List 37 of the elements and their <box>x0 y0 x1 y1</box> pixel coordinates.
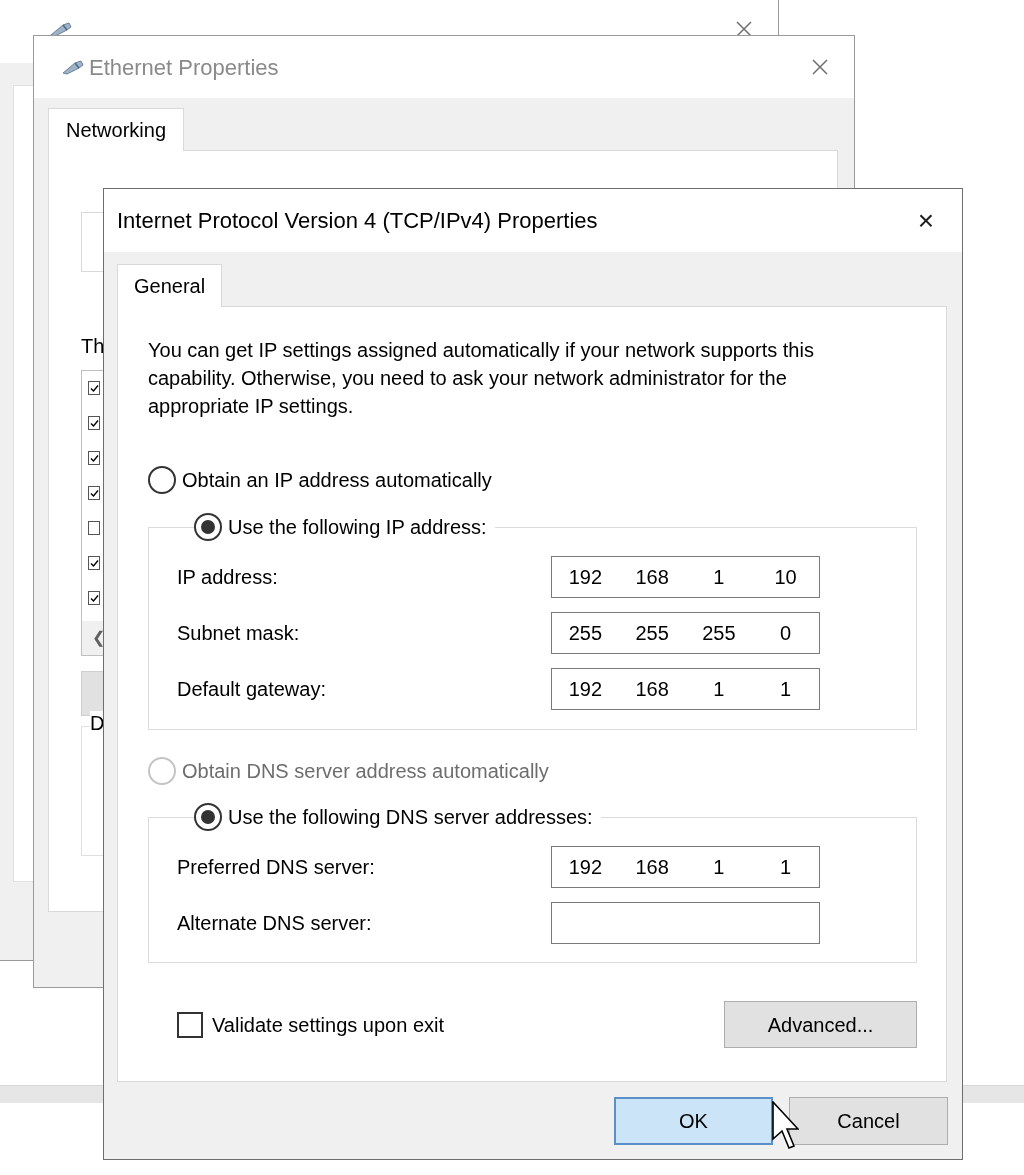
network-cable-icon <box>61 59 85 75</box>
window-title: Ethernet Properties <box>89 53 279 82</box>
window-title: Internet Protocol Version 4 (TCP/IPv4) Properties <box>117 207 598 235</box>
list-label: Th <box>81 334 105 358</box>
ip-address-field[interactable]: 255 255 255 0 <box>551 612 820 654</box>
ip-address-field[interactable]: 192 168 1 1 <box>551 668 820 710</box>
field-label: Preferred DNS server: <box>177 855 376 880</box>
checkbox-label: Validate settings upon exit <box>212 1012 444 1038</box>
checkbox[interactable] <box>88 451 100 465</box>
checkbox[interactable] <box>88 591 100 605</box>
checkbox[interactable] <box>88 556 100 570</box>
checkbox[interactable] <box>88 416 100 430</box>
tab[interactable]: Networking <box>48 108 185 151</box>
advanced-button[interactable]: Advanced... <box>724 1001 917 1048</box>
checkbox[interactable] <box>88 521 100 535</box>
dialog-button[interactable]: Cancel <box>789 1097 948 1145</box>
field-label: IP address: <box>177 565 279 590</box>
network-cable-icon <box>49 21 73 37</box>
intro-text: You can get IP settings assigned automatically if your network supports this capability. Otherwise, you need to ask your network administrator for the appropriate IP settings. <box>148 338 815 419</box>
close-icon[interactable] <box>736 21 752 37</box>
checkbox[interactable] <box>88 381 100 395</box>
mouse-cursor-icon <box>772 1101 799 1151</box>
field-label: Subnet mask: <box>177 621 301 646</box>
ip-address-field[interactable] <box>551 902 820 944</box>
close-icon[interactable] <box>812 59 828 75</box>
radio-button[interactable]: Use the following DNS server addresses: <box>194 803 593 831</box>
close-button[interactable]: × <box>917 206 934 235</box>
checkbox[interactable] <box>177 1011 203 1038</box>
ip-address-field[interactable]: 192 168 1 1 <box>551 846 820 888</box>
ip-address-field[interactable]: 192 168 1 10 <box>551 556 820 598</box>
checkbox[interactable] <box>88 486 100 500</box>
dialog-button[interactable]: OK <box>614 1097 773 1145</box>
field-label: Default gateway: <box>177 677 327 702</box>
radio-button[interactable]: Use the following IP address: <box>194 513 487 541</box>
field-label: Alternate DNS server: <box>177 911 373 936</box>
radio-button[interactable]: Obtain an IP address automatically <box>148 466 918 494</box>
tab[interactable]: General <box>117 264 223 307</box>
